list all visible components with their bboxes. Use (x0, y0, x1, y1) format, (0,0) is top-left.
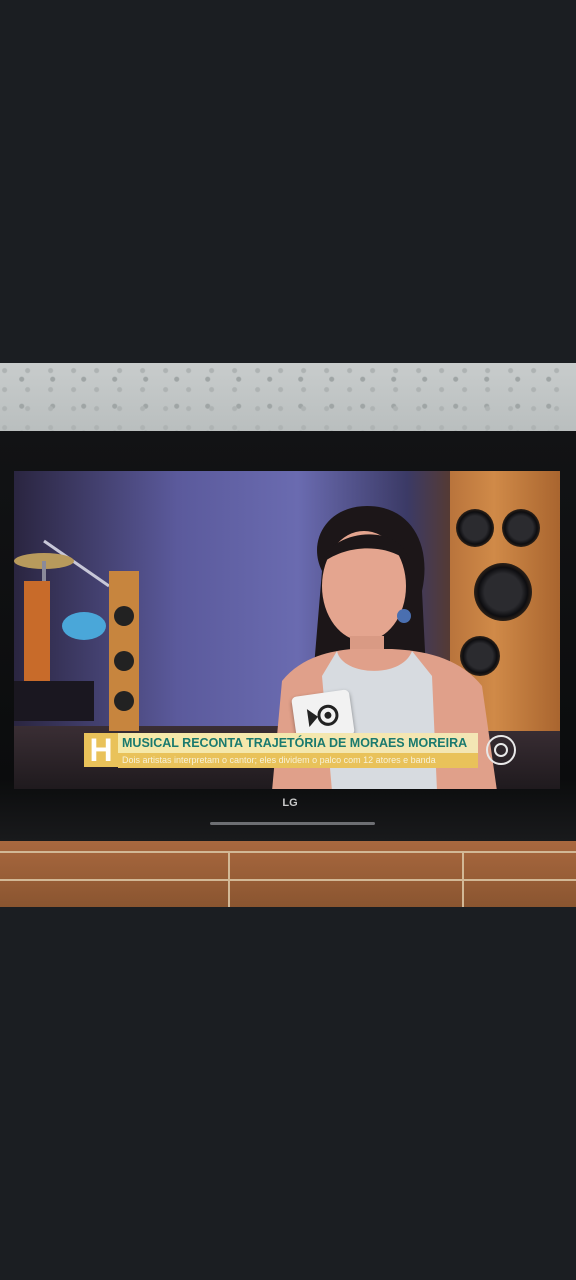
tile-grout (0, 879, 576, 881)
tv-photo: H MUSICAL RECONTA TRAJETÓRIA DE MORAES M… (0, 363, 576, 907)
program-badge: H (84, 733, 118, 767)
tv-bezel-accent (210, 822, 375, 825)
tile-grout (462, 851, 464, 907)
drum-kit (14, 539, 139, 731)
microphone-logo-icon (306, 704, 339, 728)
globo-logo-icon (486, 735, 516, 765)
tile-shelf (0, 841, 576, 907)
headline: MUSICAL RECONTA TRAJETÓRIA DE MORAES MOR… (118, 733, 478, 753)
subheadline: Dois artistas interpretam o cantor; eles… (118, 753, 478, 768)
news-lower-third: H MUSICAL RECONTA TRAJETÓRIA DE MORAES M… (84, 733, 554, 773)
tv-screen: H MUSICAL RECONTA TRAJETÓRIA DE MORAES M… (14, 471, 560, 789)
tv-brand-logo: LG (282, 797, 298, 809)
wall (0, 363, 576, 433)
tile-grout (0, 851, 576, 853)
tile-grout (228, 851, 230, 907)
globo-logo-inner (494, 743, 508, 757)
